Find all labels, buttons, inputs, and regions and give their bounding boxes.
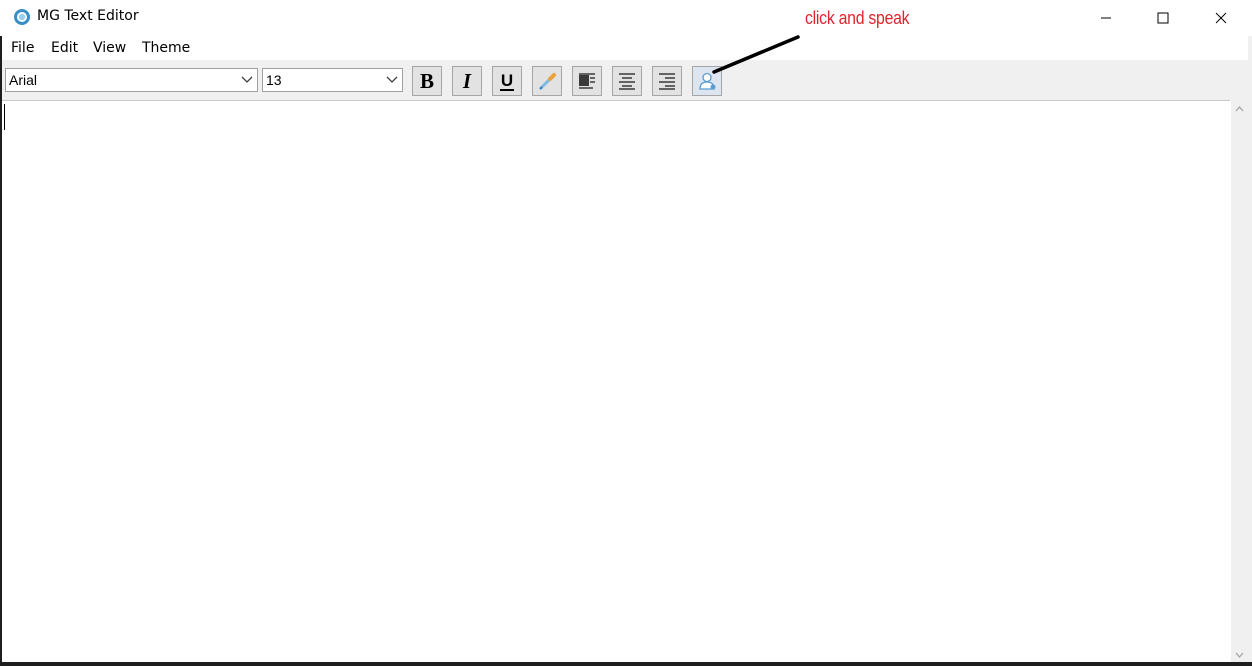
maximize-button[interactable] xyxy=(1134,0,1192,36)
color-picker-button[interactable] xyxy=(532,66,562,96)
menu-file[interactable]: File xyxy=(11,40,34,56)
font-size-value: 13 xyxy=(266,72,282,88)
menu-edit[interactable]: Edit xyxy=(51,40,78,56)
svg-text:B: B xyxy=(420,70,434,92)
menu-bar: File Edit View Theme xyxy=(0,36,1252,60)
font-family-value: Arial xyxy=(9,72,38,88)
chevron-down-icon xyxy=(386,76,398,83)
vertical-scrollbar[interactable] xyxy=(1231,100,1248,662)
minimize-button[interactable] xyxy=(1077,0,1135,36)
window-left-border xyxy=(0,36,2,662)
align-left-button[interactable] xyxy=(572,66,602,96)
scroll-up-icon[interactable] xyxy=(1235,106,1244,112)
annotation-label: click and speak xyxy=(805,8,910,28)
title-bar: MG Text Editor xyxy=(0,0,1252,36)
underline-button[interactable]: U xyxy=(492,66,522,96)
font-family-select[interactable]: Arial xyxy=(5,68,258,92)
close-icon xyxy=(1215,12,1227,24)
font-size-select[interactable]: 13 xyxy=(262,68,403,92)
window-title: MG Text Editor xyxy=(37,8,139,24)
window-bottom-border xyxy=(0,662,1252,666)
align-right-button[interactable] xyxy=(652,66,682,96)
svg-text:I: I xyxy=(462,70,472,92)
speech-to-text-button[interactable] xyxy=(692,66,722,96)
speech-to-text-icon xyxy=(699,72,716,90)
text-caret xyxy=(4,104,5,130)
scroll-down-icon[interactable] xyxy=(1235,652,1244,658)
menu-view[interactable]: View xyxy=(93,40,126,56)
align-right-icon xyxy=(659,73,675,90)
maximize-icon xyxy=(1157,12,1169,24)
chevron-down-icon xyxy=(241,76,253,83)
bold-icon: B xyxy=(420,70,434,92)
color-picker-icon xyxy=(539,73,556,90)
text-editor-area[interactable] xyxy=(2,100,1230,663)
align-center-icon xyxy=(619,73,635,90)
close-button[interactable] xyxy=(1192,0,1250,36)
italic-button[interactable]: I xyxy=(452,66,482,96)
bold-button[interactable]: B xyxy=(412,66,442,96)
svg-text:U: U xyxy=(501,71,513,90)
mg-editor-icon xyxy=(13,8,31,26)
menu-theme[interactable]: Theme xyxy=(142,40,190,56)
underline-icon: U xyxy=(500,71,514,91)
align-center-button[interactable] xyxy=(612,66,642,96)
italic-icon: I xyxy=(462,70,472,92)
window-right-border xyxy=(1248,36,1252,662)
align-left-icon xyxy=(579,73,595,89)
minimize-icon xyxy=(1101,17,1111,19)
